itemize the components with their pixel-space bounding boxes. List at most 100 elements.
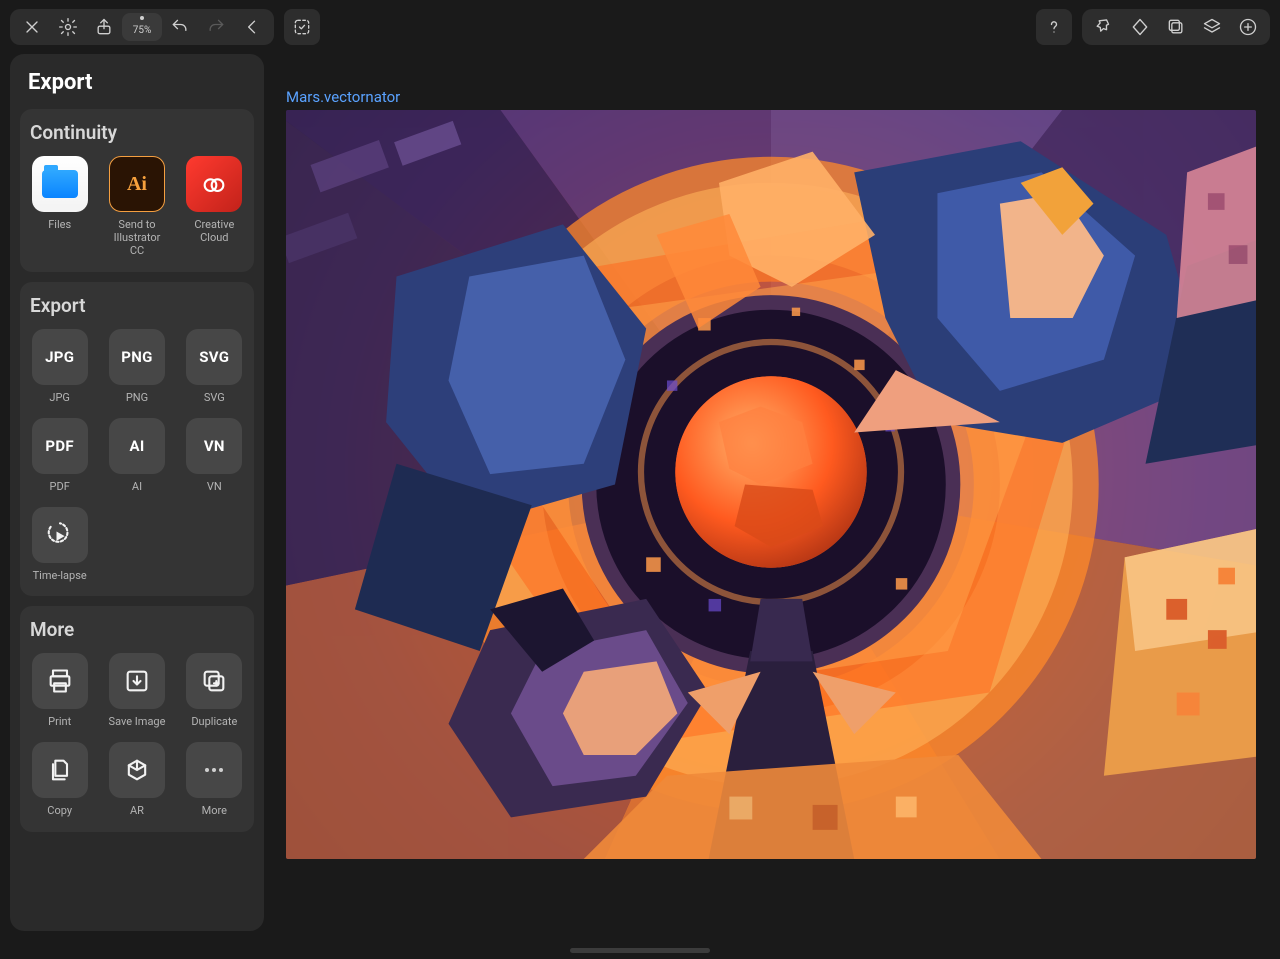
close-button[interactable]	[14, 9, 50, 45]
document-title: Mars.vectornator	[286, 88, 400, 106]
export-timelapse[interactable]: Time-lapse	[30, 507, 89, 582]
zoom-chip[interactable]: 75%	[122, 13, 162, 41]
more-copy-label: Copy	[47, 804, 72, 817]
share-button[interactable]	[86, 9, 122, 45]
artwork-illustration	[286, 110, 1256, 859]
chevron-left-icon	[242, 17, 262, 37]
question-icon	[1044, 17, 1064, 37]
export-vn[interactable]: VN VN	[185, 418, 244, 493]
more-duplicate[interactable]: Duplicate	[185, 653, 244, 728]
library-button[interactable]	[1158, 9, 1194, 45]
section-more: More Print Save Image Duplicate	[20, 606, 254, 831]
toolbar-right-pill	[1082, 9, 1270, 45]
close-icon	[22, 17, 42, 37]
export-grid: JPG JPG PNG PNG SVG SVG PDF PDF AI AI VN…	[30, 329, 244, 583]
more-save-image[interactable]: Save Image	[107, 653, 166, 728]
continuity-illustrator[interactable]: Ai Send to Illustrator CC	[107, 156, 166, 258]
redo-button[interactable]	[198, 9, 234, 45]
layers-icon	[1202, 17, 1222, 37]
panel-title: Export	[20, 64, 254, 99]
more-ar[interactable]: AR	[107, 742, 166, 817]
copy-icon	[46, 756, 74, 784]
section-export-title: Export	[30, 294, 244, 317]
export-png[interactable]: PNG PNG	[107, 329, 166, 404]
export-svg[interactable]: SVG SVG	[185, 329, 244, 404]
shape-tool-button[interactable]	[1122, 9, 1158, 45]
section-export: Export JPG JPG PNG PNG SVG SVG PDF PDF A…	[20, 282, 254, 597]
selection-mode-button[interactable]	[284, 9, 320, 45]
ar-icon	[123, 756, 151, 784]
canvas-area: Mars.vectornator	[286, 110, 1256, 859]
toolbar-right	[1036, 9, 1270, 45]
more-more[interactable]: More	[185, 742, 244, 817]
export-svg-label: SVG	[204, 391, 225, 404]
stack-square-icon	[1166, 17, 1186, 37]
duplicate-tile	[186, 653, 242, 709]
more-grid: Print Save Image Duplicate Copy	[30, 653, 244, 817]
layers-button[interactable]	[1194, 9, 1230, 45]
export-jpg-label: JPG	[49, 391, 70, 404]
more-ar-label: AR	[130, 804, 144, 817]
export-ai[interactable]: AI AI	[107, 418, 166, 493]
zoom-value: 75%	[133, 25, 152, 36]
continuity-illustrator-label: Send to Illustrator CC	[107, 218, 166, 258]
print-tile	[32, 653, 88, 709]
more-print-label: Print	[48, 715, 71, 728]
gear-icon	[58, 17, 78, 37]
timelapse-icon	[46, 521, 74, 549]
creative-cloud-icon	[186, 156, 242, 212]
export-ai-label: AI	[132, 480, 142, 493]
duplicate-icon	[200, 667, 228, 695]
continuity-files[interactable]: Files	[30, 156, 89, 258]
collapse-panel-button[interactable]	[234, 9, 270, 45]
continuity-grid: Files Ai Send to Illustrator CC Creative…	[30, 156, 244, 258]
export-png-label: PNG	[126, 391, 148, 404]
more-more-label: More	[202, 804, 227, 817]
more-print[interactable]: Print	[30, 653, 89, 728]
vn-tile: VN	[186, 418, 242, 474]
ar-tile	[109, 742, 165, 798]
share-icon	[94, 17, 114, 37]
section-continuity-title: Continuity	[30, 121, 244, 144]
continuity-files-label: Files	[48, 218, 71, 231]
jpg-tile: JPG	[32, 329, 88, 385]
save-image-tile	[109, 653, 165, 709]
plus-circle-icon	[1238, 17, 1258, 37]
continuity-creative-cloud[interactable]: Creative Cloud	[185, 156, 244, 258]
diamond-icon	[1130, 17, 1150, 37]
export-vn-label: VN	[207, 480, 222, 493]
ai-tile: AI	[109, 418, 165, 474]
download-icon	[123, 667, 151, 695]
section-more-title: More	[30, 618, 244, 641]
export-jpg[interactable]: JPG JPG	[30, 329, 89, 404]
more-tile	[186, 742, 242, 798]
export-pdf[interactable]: PDF PDF	[30, 418, 89, 493]
illustrator-icon: Ai	[109, 156, 165, 212]
undo-icon	[170, 17, 190, 37]
png-tile: PNG	[109, 329, 165, 385]
more-duplicate-label: Duplicate	[191, 715, 237, 728]
export-panel: Export Continuity Files Ai Send to Illus…	[10, 54, 264, 931]
add-button[interactable]	[1230, 9, 1266, 45]
artboard[interactable]	[286, 110, 1256, 859]
section-continuity: Continuity Files Ai Send to Illustrator …	[20, 109, 254, 272]
files-icon	[32, 156, 88, 212]
top-toolbar: 75%	[10, 8, 1270, 46]
more-save-image-label: Save Image	[109, 715, 166, 728]
timelapse-tile	[32, 507, 88, 563]
undo-button[interactable]	[162, 9, 198, 45]
svg-tile: SVG	[186, 329, 242, 385]
copy-tile	[32, 742, 88, 798]
more-copy[interactable]: Copy	[30, 742, 89, 817]
help-button[interactable]	[1036, 9, 1072, 45]
export-pdf-label: PDF	[50, 480, 70, 493]
toolbar-left: 75%	[10, 9, 320, 45]
redo-icon	[206, 17, 226, 37]
pin-icon	[1094, 17, 1114, 37]
home-indicator	[570, 948, 710, 953]
more-dots-icon	[205, 768, 223, 772]
toolbar-left-pill: 75%	[10, 9, 274, 45]
pin-button[interactable]	[1086, 9, 1122, 45]
continuity-cc-label: Creative Cloud	[185, 218, 244, 244]
settings-button[interactable]	[50, 9, 86, 45]
